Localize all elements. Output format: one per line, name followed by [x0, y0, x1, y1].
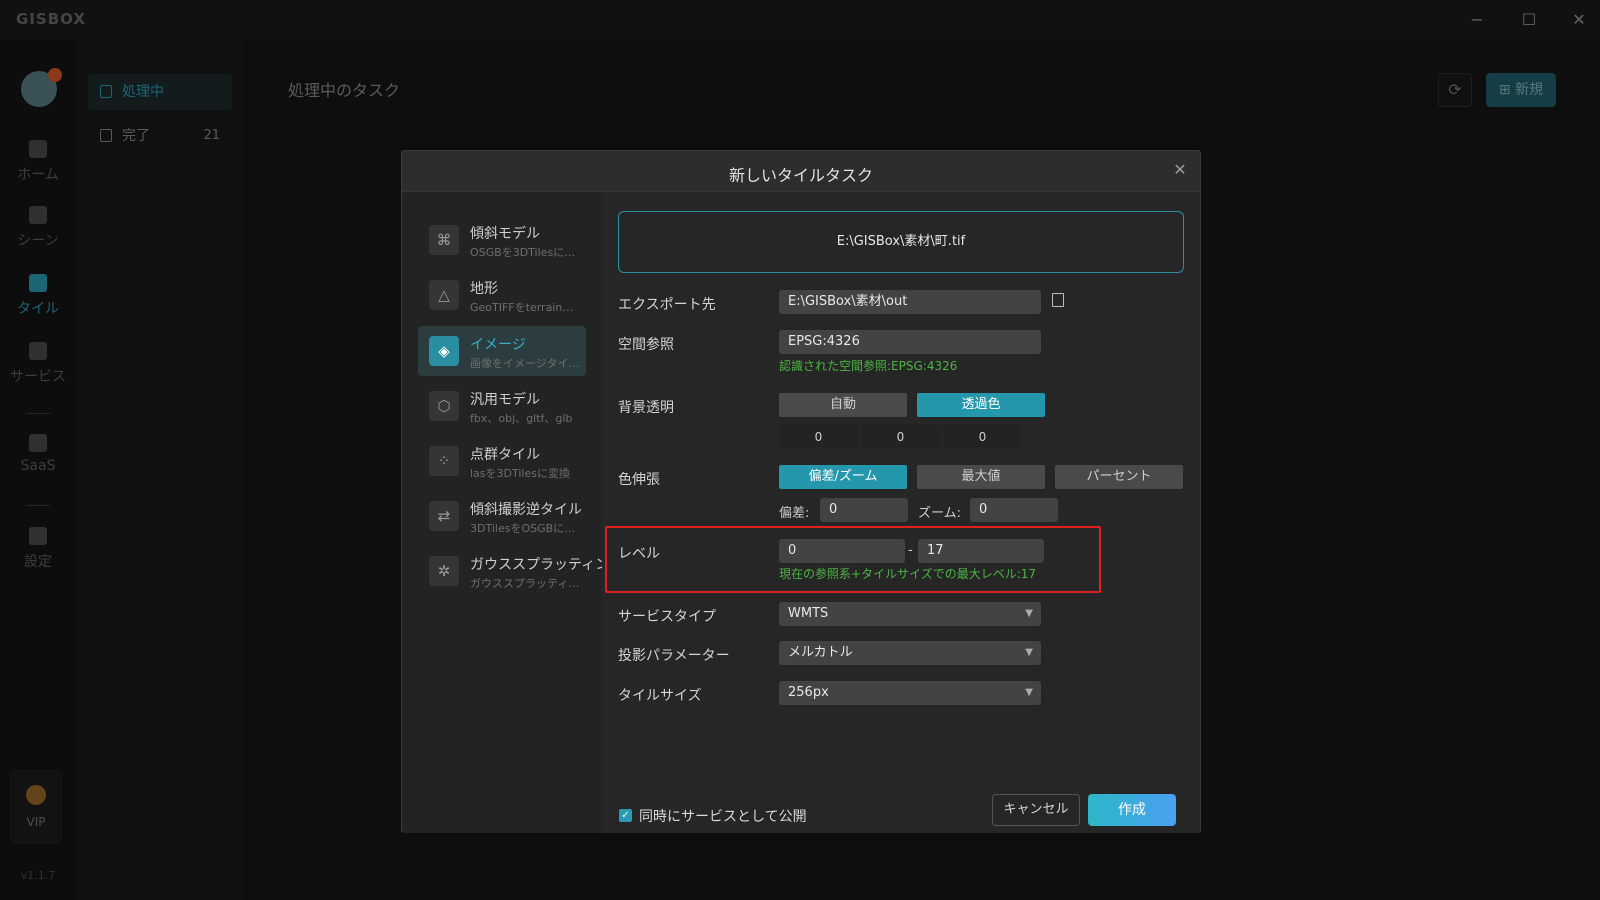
cancel-button[interactable]: キャンセル — [992, 794, 1080, 826]
new-tile-task-dialog: 新しいタイルタスク ✕ ⌘ 傾斜モデル OSGBを3DTilesに変換 △ 地形… — [401, 150, 1201, 833]
type-desc: OSGBを3DTilesに変換 — [470, 246, 580, 259]
type-desc: fbx、obj、gltf、glb — [470, 412, 573, 425]
chevron-down-icon: ▼ — [1025, 647, 1033, 658]
type-item-pointcloud[interactable]: ⁘ 点群タイル lasを3DTilesに変換 — [418, 436, 586, 486]
type-name: 地形 — [470, 281, 498, 297]
chevron-down-icon: ▼ — [1025, 608, 1033, 619]
bg-color-option[interactable]: 透過色 — [917, 393, 1045, 417]
export-label: エクスポート先 — [618, 297, 716, 313]
type-item-gauss[interactable]: ✲ ガウススプラッティング ガウススプラッティング — [418, 546, 623, 596]
service-type-select[interactable]: WMTS ▼ — [779, 602, 1041, 626]
projection-select[interactable]: メルカトル ▼ — [779, 641, 1041, 665]
close-icon[interactable]: ✕ — [1170, 160, 1190, 180]
tile-size-value: 256px — [788, 685, 829, 700]
projection-value: メルカトル — [788, 645, 853, 660]
srs-input[interactable]: EPSG:4326 — [779, 330, 1041, 354]
create-button[interactable]: 作成 — [1088, 794, 1176, 826]
tile-size-label: タイルサイズ — [618, 688, 702, 704]
rgb-g-input[interactable]: 0 — [861, 425, 940, 449]
zoom-input[interactable]: 0 — [970, 498, 1058, 522]
file-drop-zone[interactable]: E:\GISBox\素材\町.tif — [618, 211, 1184, 273]
type-name: イメージ — [470, 337, 526, 353]
image-icon: ◈ — [429, 336, 459, 366]
zoom-label: ズーム: — [918, 506, 961, 521]
gauss-icon: ✲ — [429, 556, 459, 586]
reverse-icon: ⇄ — [429, 501, 459, 531]
stretch-percent-option[interactable]: パーセント — [1055, 465, 1183, 489]
stretch-max-option[interactable]: 最大値 — [917, 465, 1045, 489]
publish-label[interactable]: 同時にサービスとして公開 — [639, 806, 807, 826]
type-name: ガウススプラッティング — [470, 557, 624, 573]
projection-label: 投影パラメーター — [618, 648, 730, 664]
app-window: GISBOX − ☐ ✕ ホーム シーン タイル サービス SaaS 設定 VI… — [0, 0, 1600, 900]
export-path-input[interactable]: E:\GISBox\素材\out — [779, 290, 1041, 314]
type-desc: lasを3DTilesに変換 — [470, 467, 570, 480]
service-type-value: WMTS — [788, 606, 829, 621]
chevron-down-icon: ▼ — [1025, 687, 1033, 698]
task-form: E:\GISBox\素材\町.tif エクスポート先 E:\GISBox\素材\… — [602, 193, 1200, 833]
srs-label: 空間参照 — [618, 337, 674, 353]
offset-input[interactable]: 0 — [820, 498, 908, 522]
type-item-model[interactable]: ⬡ 汎用モデル fbx、obj、gltf、glb — [418, 381, 586, 431]
publish-checkbox[interactable]: ✓ — [619, 809, 632, 822]
stretch-label: 色伸張 — [618, 472, 660, 488]
stretch-stddev-option[interactable]: 偏差/ズーム — [779, 465, 907, 489]
pointcloud-icon: ⁘ — [429, 446, 459, 476]
type-item-terrain[interactable]: △ 地形 GeoTIFFをterrainに変換 — [418, 270, 586, 320]
task-type-list: ⌘ 傾斜モデル OSGBを3DTilesに変換 △ 地形 GeoTIFFをter… — [402, 193, 623, 833]
command-icon: ⌘ — [429, 225, 459, 255]
srs-hint: 認識された空間参照:EPSG:4326 — [779, 359, 958, 373]
level-highlight-box — [605, 526, 1101, 593]
service-type-label: サービスタイプ — [618, 609, 716, 625]
type-name: 傾斜モデル — [470, 226, 540, 242]
bg-auto-option[interactable]: 自動 — [779, 393, 907, 417]
type-name: 傾斜撮影逆タイル — [470, 502, 582, 518]
type-item-image[interactable]: ◈ イメージ 画像をイメージタイルに変換 — [418, 326, 586, 376]
terrain-icon: △ — [429, 280, 459, 310]
type-item-oblique[interactable]: ⌘ 傾斜モデル OSGBを3DTilesに変換 — [418, 215, 586, 265]
type-desc: 3DTilesをOSGBに変換 — [470, 522, 580, 535]
type-desc: ガウススプラッティング — [470, 577, 580, 590]
cube-icon: ⬡ — [429, 391, 459, 421]
type-desc: 画像をイメージタイルに変換 — [470, 357, 580, 370]
type-item-reverse[interactable]: ⇄ 傾斜撮影逆タイル 3DTilesをOSGBに変換 — [418, 491, 586, 541]
type-desc: GeoTIFFをterrainに変換 — [470, 301, 580, 314]
folder-icon[interactable] — [1052, 293, 1064, 307]
dialog-title: 新しいタイルタスク — [728, 166, 873, 185]
type-name: 点群タイル — [470, 447, 540, 463]
bg-label: 背景透明 — [618, 400, 674, 416]
dialog-header: 新しいタイルタスク ✕ — [402, 151, 1200, 192]
tile-size-select[interactable]: 256px ▼ — [779, 681, 1041, 705]
offset-label: 偏差: — [779, 506, 810, 521]
rgb-r-input[interactable]: 0 — [779, 425, 858, 449]
rgb-b-input[interactable]: 0 — [943, 425, 1022, 449]
type-name: 汎用モデル — [470, 392, 540, 408]
